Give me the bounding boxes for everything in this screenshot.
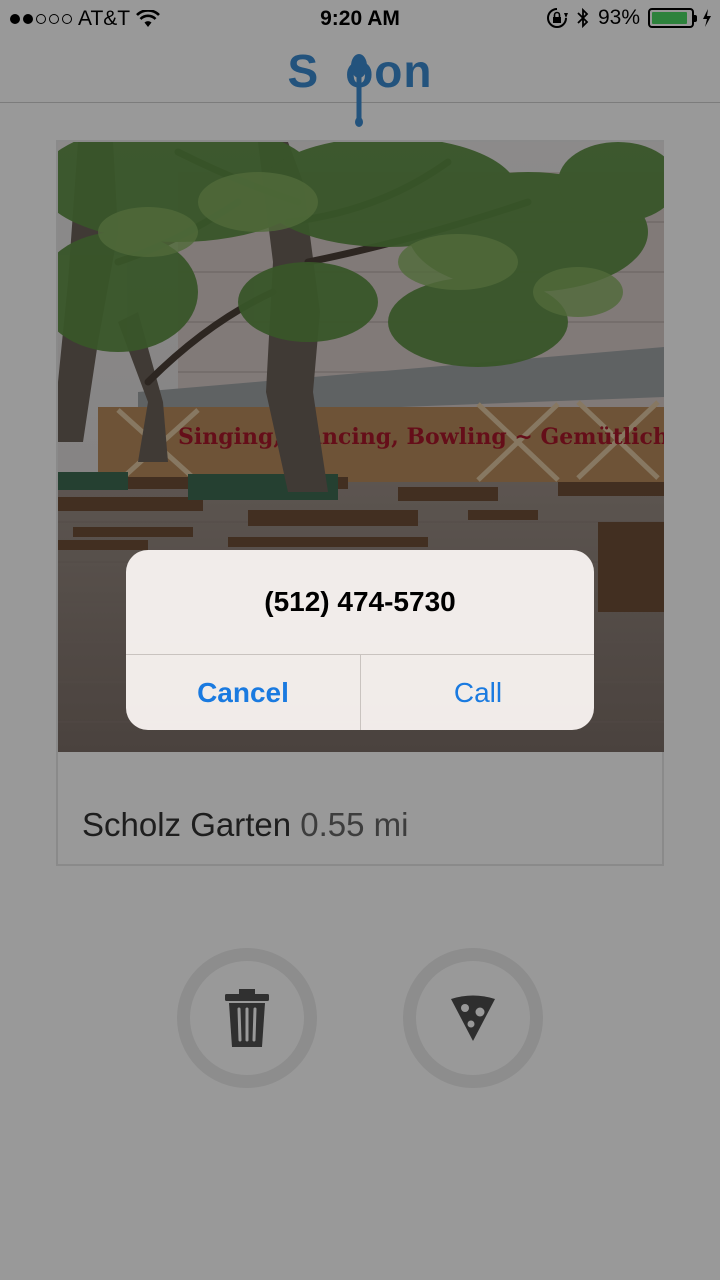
cancel-button[interactable]: Cancel [126,655,360,730]
call-button[interactable]: Call [361,655,594,730]
alert-phone-number: (512) 474-5730 [264,586,456,617]
call-alert-dialog: (512) 474-5730 Cancel Call [126,550,594,730]
